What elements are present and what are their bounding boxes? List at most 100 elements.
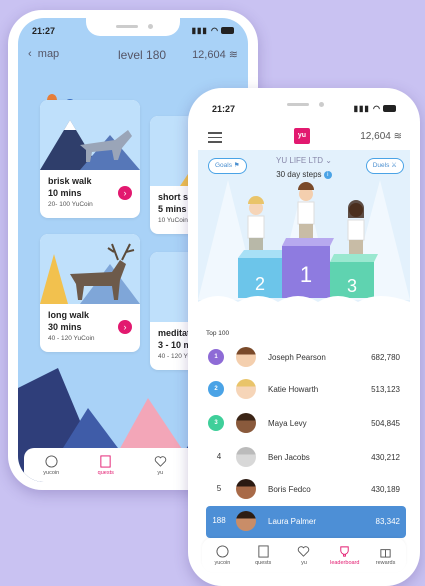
status-time: 21:27 (32, 26, 56, 36)
yucoin-icon (216, 544, 229, 558)
signal-wifi-battery-icon: ▮▮▮ ◠ (192, 26, 234, 35)
hamburger-menu-icon[interactable] (208, 132, 222, 143)
info-icon[interactable]: i (323, 170, 332, 179)
gift-icon (380, 548, 391, 558)
leaderboard-row[interactable]: 188 Laura Palmer 83,342 (206, 506, 406, 538)
duel-icon: ⚔ (391, 162, 397, 169)
coin-balance: 12,604 ≋ (192, 48, 238, 61)
player-name: Laura Palmer (268, 517, 317, 526)
podium-second: 2 (255, 274, 265, 294)
heart-icon (154, 455, 166, 467)
level-label: level 180 (118, 48, 167, 62)
yu-logo: yu (294, 128, 310, 144)
rank-number: 188 (212, 516, 226, 525)
back-button[interactable]: ‹ map (28, 48, 59, 60)
quest-reward: 10 YuCoin - (158, 217, 192, 224)
player-score: 513,123 (371, 385, 400, 394)
bottom-tab-bar: yucoin quests yu leaderboard rewards (202, 538, 406, 572)
leaderboard-row[interactable]: 4 Ben Jacobs 430,212 (198, 442, 410, 474)
player-score: 430,212 (371, 453, 400, 462)
quest-title: long walk (48, 310, 90, 320)
leaderboard-row[interactable]: 1 Joseph Pearson 682,780 (198, 342, 410, 374)
quests-scroll-icon (258, 544, 269, 558)
company-name: YU LIFE LTD (276, 156, 324, 165)
player-name: Boris Fedco (268, 485, 311, 494)
player-score: 504,845 (371, 419, 400, 428)
tab-leaderboard[interactable]: leaderboard (327, 545, 363, 566)
tab-label: leaderboard (330, 559, 360, 566)
tab-yucoin[interactable]: yucoin (204, 544, 240, 566)
leaderboard-row[interactable]: 5 Boris Fedco 430,189 (198, 474, 410, 506)
tab-yu[interactable]: yu (286, 545, 322, 566)
coin-stack-icon: ≋ (228, 49, 238, 61)
player-name: Joseph Pearson (268, 353, 326, 362)
medal-icon: 2 (208, 381, 224, 397)
player-score: 83,342 (375, 517, 400, 526)
goals-button[interactable]: Goals ⚑ (208, 158, 247, 174)
quest-reward: 20- 100 YuCoin (48, 201, 93, 208)
avatar (236, 447, 256, 467)
duels-label: Duels (372, 162, 390, 169)
medal-icon: 1 (208, 349, 224, 365)
steps-label: 30 day steps (276, 170, 322, 179)
heart-icon (298, 545, 310, 557)
tab-quests[interactable]: quests (88, 454, 124, 476)
goals-label: Goals (215, 162, 232, 169)
tab-label: yucoin (214, 559, 231, 566)
quest-duration: 10 mins (48, 188, 82, 198)
status-bar: 21:27 ▮▮▮ ◠ (212, 104, 396, 118)
avatar (236, 511, 256, 531)
leaderboard-row[interactable]: 3 Maya Levy 504,845 (198, 408, 410, 440)
duels-button[interactable]: Duels ⚔ (365, 158, 404, 174)
top-100-label: Top 100 (206, 330, 230, 337)
quest-reward: 40 - 120 YuCoin (48, 335, 95, 342)
podium-first: 1 (300, 262, 312, 287)
quest-card-brisk-walk[interactable]: brisk walk 10 mins 20- 100 YuCoin › (40, 100, 140, 218)
back-label: map (37, 48, 60, 60)
tab-label: quests (97, 469, 114, 476)
tab-label: yu (301, 559, 307, 566)
coin-balance-value: 12,604 (192, 49, 226, 61)
go-arrow-icon[interactable]: › (118, 186, 132, 200)
tab-label: quests (255, 559, 272, 566)
tab-label: yu (157, 469, 164, 476)
quest-reward: 40 - 120 Yu (158, 353, 192, 360)
leaderboard-phone: 21:27 ▮▮▮ ◠ yu 12,604 ≋ YU LIFE LTD ⌄ 30… (188, 88, 420, 586)
tab-yucoin[interactable]: yucoin (33, 454, 69, 476)
yucoin-icon (45, 454, 58, 468)
tab-rewards[interactable]: rewards (368, 545, 404, 566)
deer-illustration (40, 234, 140, 304)
rank-number: 5 (216, 484, 222, 493)
rank-number: 4 (216, 452, 222, 461)
avatar (236, 413, 256, 433)
avatar (236, 347, 256, 367)
quests-header: ‹ map level 180 12,604 ≋ (28, 48, 238, 68)
status-time: 21:27 (212, 104, 236, 114)
coin-stack-icon: ≋ (393, 131, 402, 142)
status-bar: 21:27 ▮▮▮ ◠ (32, 26, 234, 40)
coin-balance: 12,604 ≋ (360, 131, 402, 142)
tab-quests[interactable]: quests (245, 544, 281, 566)
tab-yu[interactable]: yu (142, 455, 178, 476)
chevron-down-icon: ⌄ (325, 156, 332, 165)
wolf-illustration (40, 100, 140, 170)
quest-title: brisk walk (48, 176, 92, 186)
go-arrow-icon[interactable]: › (118, 320, 132, 334)
quest-card-long-walk[interactable]: long walk 30 mins 40 - 120 YuCoin › (40, 234, 140, 352)
tab-label: yucoin (43, 469, 60, 476)
avatar (236, 379, 256, 399)
trophy-icon (340, 545, 349, 557)
leaderboard-row[interactable]: 2 Katie Howarth 513,123 (198, 374, 410, 406)
flag-icon: ⚑ (233, 162, 240, 169)
podium-third: 3 (347, 276, 357, 296)
podium-illustration: 2 1 3 (198, 180, 410, 328)
avatar (236, 479, 256, 499)
player-score: 430,189 (371, 485, 400, 494)
quest-duration: 30 mins (48, 322, 82, 332)
podium-hero: YU LIFE LTD ⌄ 30 day steps i Goals ⚑ Due… (198, 150, 410, 328)
quests-scroll-icon (100, 454, 111, 468)
player-name: Ben Jacobs (268, 453, 310, 462)
player-name: Katie Howarth (268, 385, 319, 394)
player-name: Maya Levy (268, 419, 307, 428)
medal-icon: 3 (208, 415, 224, 431)
